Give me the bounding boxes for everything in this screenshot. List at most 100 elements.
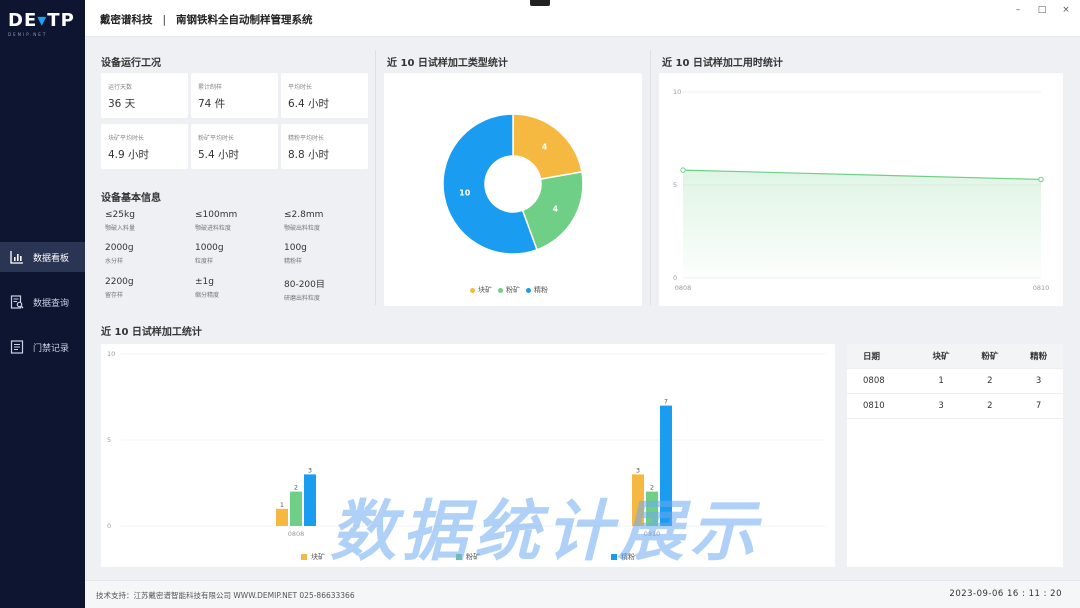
legend-item-block[interactable]: 块矿	[301, 552, 325, 562]
y-tick-label: 0	[673, 274, 677, 282]
table-header: 精粉	[1030, 352, 1048, 362]
slice-label: 4	[542, 142, 548, 151]
bar-0810-1	[646, 491, 658, 526]
bar-chart-title: 近 10 日试样加工统计	[101, 327, 202, 338]
footer-datetime: 2023-09-06 16 : 11 : 20	[949, 589, 1062, 599]
bar-chart: 10 5 0 1 2 3 0808 3 2 7 0810	[107, 350, 825, 538]
x-tick-label: 0810	[1033, 284, 1050, 292]
maximize-button[interactable]: □	[1035, 5, 1049, 15]
close-button[interactable]: ×	[1059, 5, 1073, 15]
line-chart: 10 5 0 0808 0810	[673, 88, 1050, 292]
bar-chart-icon	[10, 250, 24, 264]
table-header: 块矿	[932, 352, 950, 362]
stat-card-total: 累计制样 74 件	[191, 73, 278, 118]
table-cell: 3	[938, 401, 944, 411]
status-section-title: 设备运行工况	[101, 58, 161, 69]
list-doc-icon	[10, 340, 24, 354]
stat-card-powder-avg: 粉矿平均时长 5.4 小时	[191, 124, 278, 169]
y-tick-label: 0	[107, 522, 111, 530]
x-tick-label: 0810	[644, 530, 661, 538]
sidebar-item-label: 数据看板	[33, 253, 70, 264]
sidebar-nav: 数据看板 数据查询 门禁记录	[0, 242, 85, 377]
footer: 技术支持：江苏戴密谱智能科技有限公司 WWW.DEMIP.NET 025-866…	[85, 580, 1080, 608]
donut-chart: 4 4 10	[442, 113, 584, 255]
sidebar-item-query[interactable]: 数据查询	[0, 287, 85, 317]
slice-label: 4	[553, 205, 559, 214]
y-tick-label: 10	[107, 350, 115, 358]
table-cell: 0810	[863, 401, 885, 411]
x-tick-label: 0808	[675, 284, 692, 292]
info-item: ≤100mm 颚破进料粒度	[195, 210, 238, 232]
table-cell: 2	[987, 401, 993, 411]
table-cell: 2	[987, 376, 993, 386]
bar-0810-0	[632, 474, 644, 526]
footer-support: 技术支持：江苏戴密谱智能科技有限公司 WWW.DEMIP.NET 025-866…	[96, 591, 355, 600]
bar-value-label: 1	[280, 501, 284, 509]
stat-card-avg-time: 平均时长 6.4 小时	[281, 73, 368, 118]
info-item: ≤25kg 颚破入料量	[105, 210, 136, 232]
table-cell: 3	[1035, 376, 1042, 386]
minimize-button[interactable]: –	[1011, 5, 1025, 15]
info-item: ≤2.8mm 颚破出料粒度	[284, 210, 324, 232]
table-cell: 7	[1035, 401, 1042, 411]
sidebar-item-dashboard[interactable]: 数据看板	[0, 242, 85, 272]
info-item: 80-200目 研磨出料粒度	[284, 280, 325, 302]
line-point	[1038, 176, 1044, 183]
legend-item-block[interactable]: 块矿	[470, 285, 492, 295]
table-header: 日期	[863, 352, 881, 362]
donut-legend: 块矿 粉矿 精粉	[470, 285, 554, 295]
bar-value-label: 3	[636, 466, 640, 474]
line-area	[683, 170, 1041, 278]
legend-item-fine[interactable]: 精粉	[526, 285, 548, 295]
data-table: 日期 块矿 粉矿 精粉 0808 1 2 3 0810 3 2 7	[847, 344, 1063, 567]
divider	[650, 50, 651, 305]
page-title: 戴密谱科技 | 南钢铁料全自动制样管理系统	[100, 14, 313, 26]
table-row[interactable]: 0810 3 2 7	[847, 394, 1063, 419]
y-tick-label: 5	[673, 181, 677, 189]
sidebar-item-access[interactable]: 门禁记录	[0, 332, 85, 362]
bar-0808-1	[290, 491, 302, 526]
x-tick-label: 0808	[288, 530, 305, 538]
legend-item-fine[interactable]: 精粉	[611, 552, 635, 562]
stat-card-block-avg: 块矿平均时长 4.9 小时	[101, 124, 188, 169]
slice-label: 10	[459, 189, 471, 198]
donut-chart-title: 近 10 日试样加工类型统计	[387, 58, 508, 69]
y-tick-label: 10	[673, 88, 681, 96]
header: 戴密谱科技 | 南钢铁料全自动制样管理系统 – □ ×	[85, 0, 1080, 37]
search-doc-icon	[10, 295, 24, 309]
bar-chart-panel: 10 5 0 1 2 3 0808 3 2 7 0810 块矿 粉矿 精粉	[101, 344, 835, 567]
bar-0808-0	[276, 508, 288, 526]
info-item: 1000g 粒度样	[195, 243, 224, 265]
line-chart-title: 近 10 日试样加工用时统计	[662, 58, 783, 69]
logo: DE▾TP DEMIP.NET	[8, 10, 75, 37]
bar-0810-2	[660, 405, 672, 526]
bar-value-label: 2	[650, 484, 654, 492]
legend-item-powder[interactable]: 粉矿	[498, 285, 520, 295]
bar-legend: 块矿 粉矿 精粉	[301, 552, 641, 562]
legend-item-powder[interactable]: 粉矿	[456, 552, 480, 562]
y-tick-label: 5	[107, 436, 111, 444]
sidebar: DE▾TP DEMIP.NET 数据看板 数据查询 门禁记录	[0, 0, 85, 608]
bar-value-label: 7	[664, 398, 668, 406]
bar-value-label: 2	[294, 484, 298, 492]
line-chart-panel: 10 5 0 0808 0810	[659, 73, 1063, 306]
sidebar-item-label: 数据查询	[33, 298, 70, 309]
drag-handle[interactable]	[530, 0, 550, 6]
table-cell: 1	[938, 376, 944, 386]
info-item: 2000g 水分样	[105, 243, 134, 265]
bar-0808-2	[304, 474, 316, 526]
divider	[375, 50, 376, 305]
line-point	[680, 167, 686, 173]
table-header: 粉矿	[981, 352, 999, 362]
info-section-title: 设备基本信息	[101, 193, 161, 204]
stat-card-run-days: 运行天数 36 天	[101, 73, 188, 118]
stat-card-fine-avg: 精粉平均时长 8.8 小时	[281, 124, 368, 169]
table-header-row: 日期 块矿 粉矿 精粉	[847, 344, 1063, 369]
info-item: 2200g 留存样	[105, 277, 134, 299]
table-row[interactable]: 0808 1 2 3	[847, 369, 1063, 394]
donut-chart-panel: 4 4 10 块矿 粉矿 精粉	[384, 73, 642, 306]
pie-slice-0	[512, 113, 583, 181]
bar-value-label: 3	[308, 466, 312, 474]
table-cell: 0808	[863, 376, 885, 386]
sidebar-item-label: 门禁记录	[33, 343, 70, 354]
